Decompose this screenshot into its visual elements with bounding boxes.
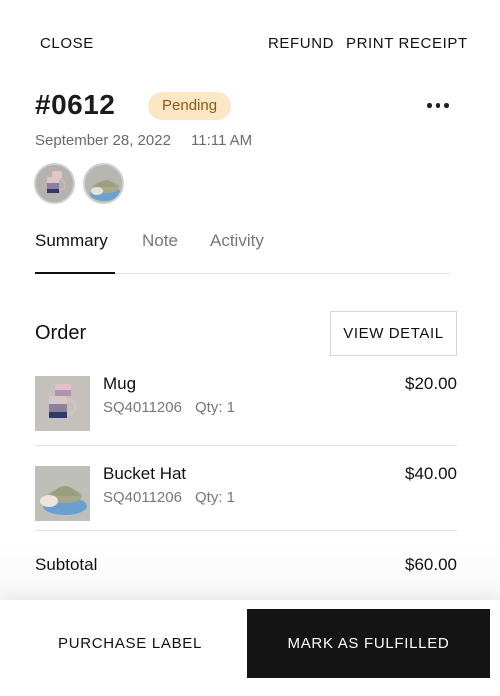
item-divider: [35, 530, 457, 531]
subtotal-label: Subtotal: [35, 555, 98, 574]
item-qty: Qty: 1: [195, 489, 236, 506]
order-time: 11:11 AM: [191, 132, 253, 149]
view-detail-label: VIEW DETAIL: [343, 325, 444, 342]
tab-summary[interactable]: Summary: [35, 231, 108, 251]
close-button[interactable]: CLOSE: [40, 35, 94, 53]
mark-as-fulfilled-label: MARK AS FULFILLED: [287, 635, 450, 652]
more-options-icon[interactable]: [427, 103, 449, 108]
purchase-label-button[interactable]: PURCHASE LABEL: [58, 635, 202, 652]
tab-activity[interactable]: Activity: [210, 231, 264, 251]
item-name: Mug: [103, 374, 137, 393]
item-qty: Qty: 1: [195, 399, 236, 416]
print-receipt-button[interactable]: PRINT RECEIPT: [346, 35, 468, 53]
status-badge: Pending: [148, 92, 232, 120]
order-date: September 28, 2022: [35, 132, 171, 149]
item-name: Bucket Hat: [103, 464, 187, 483]
hat-image: [35, 466, 90, 521]
hat-thumbnail: [83, 163, 124, 204]
item-divider: [35, 445, 457, 446]
subtotal-value: $60.00: [405, 555, 457, 574]
refund-button[interactable]: REFUND: [268, 35, 334, 53]
view-detail-button[interactable]: VIEW DETAIL: [330, 311, 457, 356]
mark-as-fulfilled-button[interactable]: MARK AS FULFILLED: [247, 609, 490, 678]
active-tab-indicator: [35, 272, 115, 274]
order-section-title: Order: [35, 322, 87, 344]
item-sku: SQ4011206: [103, 399, 182, 416]
footer-bar: PURCHASE LABEL MARK AS FULFILLED: [0, 600, 500, 696]
item-price: $20.00: [405, 374, 457, 393]
item-price: $40.00: [405, 464, 457, 483]
tab-note[interactable]: Note: [142, 231, 178, 251]
order-number: #0612: [35, 89, 116, 120]
item-sku: SQ4011206: [103, 489, 182, 506]
mug-thumbnail: [34, 163, 75, 204]
mug-image: [35, 376, 90, 431]
